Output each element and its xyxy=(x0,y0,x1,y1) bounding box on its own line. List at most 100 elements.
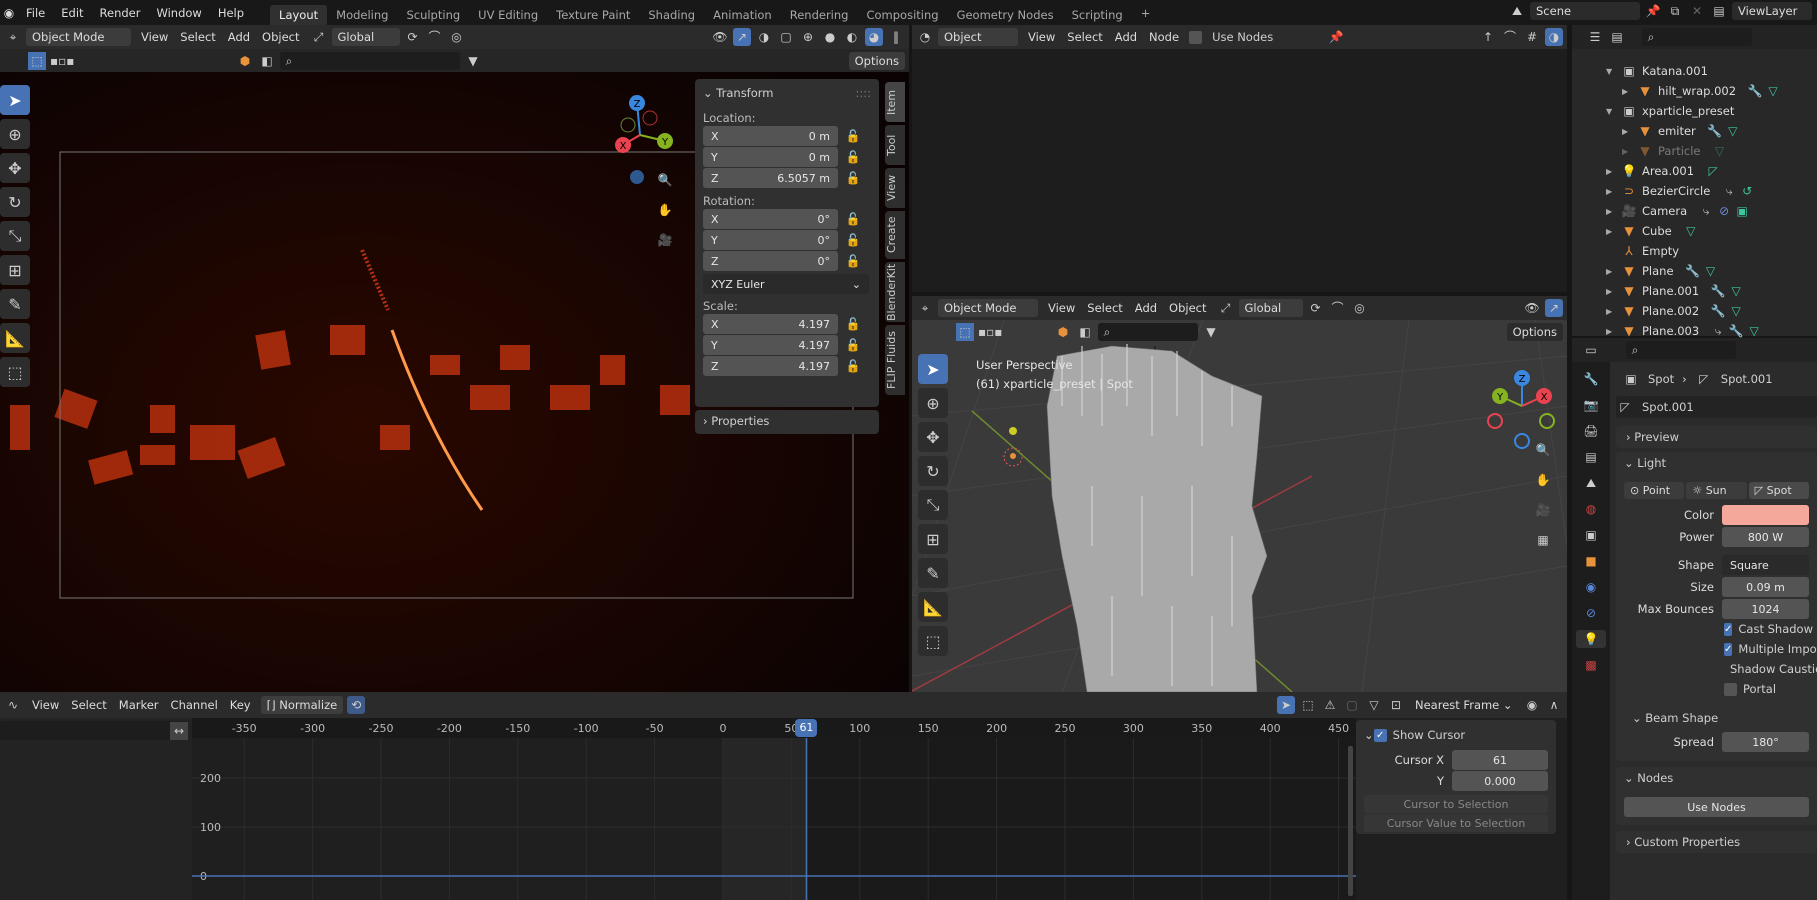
sidebar-tab-create[interactable]: Create xyxy=(885,211,905,259)
outliner-item[interactable]: ▶ ⊃ BezierCircle ⤷ ↺ xyxy=(1572,181,1817,201)
wrench-icon[interactable]: 🔧 xyxy=(1709,302,1727,320)
options-button[interactable]: Options xyxy=(1506,322,1563,341)
expand-toggle-icon[interactable]: ▶ xyxy=(1622,87,1636,96)
tab-geometry-nodes[interactable]: Geometry Nodes xyxy=(948,5,1063,25)
mesh-data-icon[interactable]: ▽ xyxy=(1711,142,1729,160)
use-nodes-button[interactable]: Use Nodes xyxy=(1624,797,1809,817)
curve-data-icon[interactable]: ↺ xyxy=(1738,182,1756,200)
viewport-search-input[interactable]: ⌕ xyxy=(280,51,460,70)
color-swatch[interactable] xyxy=(1722,505,1809,525)
outliner-item[interactable]: ▶ ▼ Plane.002 🔧 ▽ xyxy=(1572,301,1817,321)
pivot-icon[interactable]: ⟳ xyxy=(1307,299,1325,317)
outliner-item[interactable]: ▶ ▼ emiter 🔧 ▽ xyxy=(1572,121,1817,141)
camera-view-icon[interactable]: 🎥 xyxy=(656,231,674,249)
snap-mode-select[interactable]: Nearest Frame ⌄ xyxy=(1409,696,1519,714)
menu-select[interactable]: Select xyxy=(174,30,221,44)
pin-icon[interactable]: 📌 xyxy=(1327,28,1345,46)
outliner-item[interactable]: ▶ ▼ Particle ▽ xyxy=(1572,141,1817,161)
proportional-edit-icon[interactable]: ◎ xyxy=(448,28,466,46)
options-button[interactable]: Options xyxy=(848,51,905,70)
object-types-icon[interactable]: ⬢ xyxy=(236,52,254,70)
menu-add[interactable]: Add xyxy=(222,30,256,44)
menu-select[interactable]: Select xyxy=(65,698,112,712)
add-workspace-button[interactable]: + xyxy=(1132,3,1160,23)
menu-render[interactable]: Render xyxy=(92,6,149,20)
pan-hand-icon[interactable]: ✋ xyxy=(1534,471,1552,489)
menu-window[interactable]: Window xyxy=(148,6,209,20)
auto-normalize-icon[interactable]: ⟲ xyxy=(347,696,366,714)
scale-z-field[interactable]: Z 4.197 xyxy=(703,356,838,376)
select-mode-icons[interactable]: ▪▫▪ xyxy=(50,52,74,70)
tab-uv-editing[interactable]: UV Editing xyxy=(469,5,547,25)
orientation-selector[interactable]: Global xyxy=(1238,299,1303,317)
new-scene-icon[interactable]: ⧉ xyxy=(1666,2,1684,20)
graph-area[interactable]: 200 100 0 -100 xyxy=(192,718,1356,900)
wireframe-shading-icon[interactable]: ⊕ xyxy=(799,28,817,46)
snap-grid-icon[interactable]: # xyxy=(1523,28,1541,46)
outliner-item[interactable]: ⅄ Empty xyxy=(1572,241,1817,261)
collection-tab-icon[interactable]: ▣ xyxy=(1582,526,1600,544)
menu-view[interactable]: View xyxy=(1022,30,1061,44)
editor-type-icon[interactable]: ⌖ xyxy=(916,299,934,317)
mesh-data-icon[interactable]: ▽ xyxy=(1727,282,1745,300)
expand-toggle-icon[interactable]: ▶ xyxy=(1606,327,1620,336)
menu-view[interactable]: View xyxy=(1042,301,1081,315)
expand-toggle-icon[interactable]: ▶ xyxy=(1606,307,1620,316)
size-field[interactable]: 0.09 m xyxy=(1722,577,1809,597)
outliner-item[interactable]: ▶ ▼ Plane.001 🔧 ▽ xyxy=(1572,281,1817,301)
constraint-icon[interactable]: ⤷ xyxy=(1720,182,1738,200)
cursor-y-field[interactable]: 0.000 xyxy=(1452,771,1548,791)
light-type-sun[interactable]: ☼ Sun xyxy=(1686,482,1747,499)
outliner-search-input[interactable]: ⌕ xyxy=(1642,28,1752,46)
sidebar-tab-item[interactable]: Item xyxy=(885,82,905,122)
display-mode-icon[interactable]: ☰ xyxy=(1586,28,1604,46)
transform-tool-icon[interactable]: ⊞ xyxy=(0,255,30,285)
light-section-header[interactable]: ⌄ Light xyxy=(1624,456,1809,476)
select-tool-icon[interactable]: ➤ xyxy=(918,354,948,384)
menu-view[interactable]: View xyxy=(26,698,65,712)
tab-texture-paint[interactable]: Texture Paint xyxy=(547,5,639,25)
checkbox[interactable] xyxy=(1724,682,1737,696)
wrench-icon[interactable]: 🔧 xyxy=(1684,262,1702,280)
light-data-tab-icon[interactable]: 💡 xyxy=(1576,630,1606,648)
wrench-icon[interactable]: 🔧 xyxy=(1706,122,1724,140)
tool-tab-icon[interactable]: 🔧 xyxy=(1582,370,1600,388)
overlay-icon[interactable]: ◑ xyxy=(755,28,773,46)
use-nodes-checkbox[interactable] xyxy=(1189,30,1203,44)
rotation-x-field[interactable]: X 0° xyxy=(703,209,838,229)
physics-tab-icon[interactable]: ◉ xyxy=(1582,578,1600,596)
material-shading-icon[interactable]: ◐ xyxy=(843,28,861,46)
mesh-data-icon[interactable]: ▽ xyxy=(1764,82,1782,100)
mesh-data-icon[interactable]: ▽ xyxy=(1727,302,1745,320)
filter-icon[interactable]: ▤ xyxy=(1608,28,1626,46)
move-tool-icon[interactable]: ✥ xyxy=(0,153,30,183)
tab-compositing[interactable]: Compositing xyxy=(857,5,947,25)
falloff-icon[interactable]: ∧ xyxy=(1545,696,1563,714)
editor-type-icon[interactable]: ⌖ xyxy=(4,28,22,46)
shader-type-selector[interactable]: Object xyxy=(938,28,1018,46)
checkbox-row[interactable]: Portal xyxy=(1724,679,1809,699)
lock-icon[interactable]: 🔓 xyxy=(844,210,862,228)
sidebar-tab-tool[interactable]: Tool xyxy=(885,125,905,165)
mesh-data-icon[interactable]: ▽ xyxy=(1682,222,1700,240)
expand-toggle-icon[interactable]: ▶ xyxy=(1606,267,1620,276)
sidebar-tab-flip-fluids[interactable]: FLIP Fluids xyxy=(885,325,905,395)
viewport-search-input[interactable]: ⌕ xyxy=(1098,322,1198,341)
wrench-icon[interactable]: 🔧 xyxy=(1709,282,1727,300)
outliner-item[interactable]: ▶ 💡 Area.001 ◸ xyxy=(1572,161,1817,181)
select-tool-icon[interactable]: ➤ xyxy=(0,85,30,115)
nodes-section-header[interactable]: ⌄ Nodes xyxy=(1624,771,1809,793)
mode-selector[interactable]: Object Mode xyxy=(938,299,1038,317)
viewport-mid[interactable]: ⌖ Object Mode View Select Add Object ⤢ Glob… xyxy=(912,296,1567,692)
snap-icon[interactable]: ⌒ xyxy=(1501,28,1519,46)
snap-icon[interactable]: ⌒ xyxy=(1329,299,1347,317)
tab-modeling[interactable]: Modeling xyxy=(327,5,397,25)
editor-type-icon[interactable]: ∿ xyxy=(4,696,22,714)
render-tab-icon[interactable]: 📷 xyxy=(1582,396,1600,414)
snap-icon[interactable]: ⌒ xyxy=(426,28,444,46)
menu-edit[interactable]: Edit xyxy=(53,6,91,20)
zoom-icon[interactable]: 🔍 xyxy=(1534,441,1552,459)
tab-layout[interactable]: Layout xyxy=(270,5,328,25)
rotate-tool-icon[interactable]: ↻ xyxy=(0,187,30,217)
zoom-icon[interactable]: 🔍 xyxy=(656,171,674,189)
